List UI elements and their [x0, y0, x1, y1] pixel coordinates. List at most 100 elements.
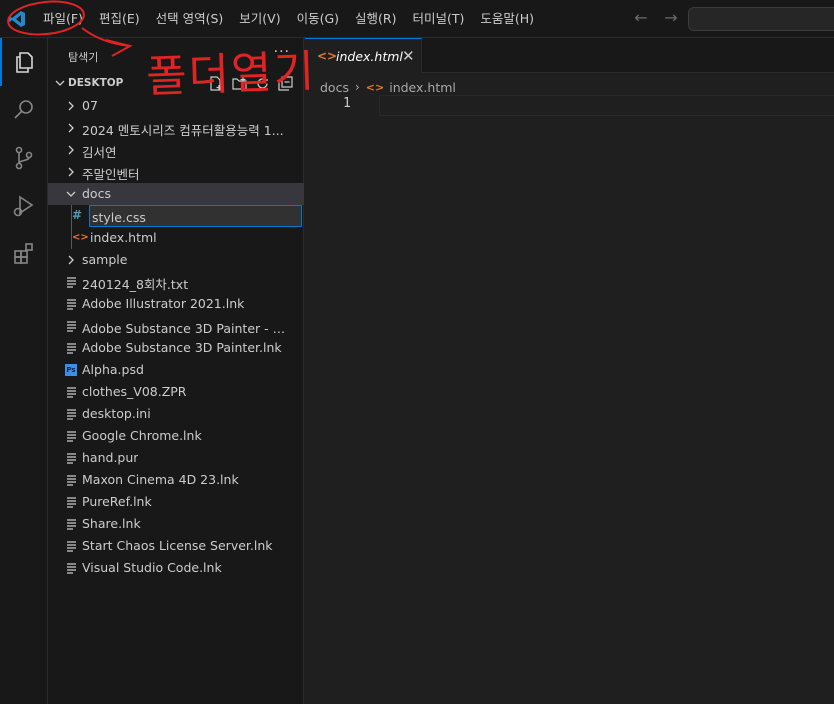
html-file-icon: <> — [365, 80, 385, 94]
back-arrow-icon[interactable]: ← — [632, 9, 650, 27]
tree-item-2024-멘토시리즈-컴퓨터활용능력-1[interactable]: 2024 멘토시리즈 컴퓨터활용능력 1... — [48, 117, 304, 139]
tab-index-html[interactable]: <> index.html ✕ — [305, 38, 422, 73]
current-line-highlight[interactable] — [379, 95, 834, 116]
tree-item-maxon-cinema-4d-23-lnk[interactable]: Maxon Cinema 4D 23.lnk — [48, 469, 304, 491]
css-file-icon: # — [72, 208, 83, 222]
tree-item-주말인벤터[interactable]: 주말인벤터 — [48, 161, 304, 183]
breadcrumb-folder[interactable]: docs — [320, 80, 349, 95]
tree-item-label: Share.lnk — [82, 516, 141, 531]
tree-item-label: hand.pur — [82, 450, 139, 465]
tree-item-label: Maxon Cinema 4D 23.lnk — [82, 472, 239, 487]
tree-item-label: Visual Studio Code.lnk — [82, 560, 222, 575]
tree-item-style-css[interactable]: # — [48, 205, 304, 227]
chevron-right-icon — [68, 101, 74, 111]
title-bar: 파일(F) 편집(E) 선택 영역(S) 보기(V) 이동(G) 실행(R) 터… — [0, 0, 834, 38]
tree-item-adobe-illustrator-2021-lnk[interactable]: Adobe Illustrator 2021.lnk — [48, 293, 304, 315]
tree-item-label: sample — [82, 252, 128, 267]
text-file-icon — [65, 495, 78, 509]
chevron-right-icon — [68, 255, 74, 265]
workspace-title: DESKTOP — [68, 77, 124, 89]
text-file-icon — [65, 473, 78, 487]
text-file-icon — [65, 385, 78, 399]
tree-item-index-html[interactable]: <> index.html — [48, 227, 304, 249]
text-file-icon — [65, 451, 78, 465]
menu-edit[interactable]: 편집(E) — [91, 0, 148, 38]
tree-item-label: clothes_V08.ZPR — [82, 384, 187, 399]
activity-bar — [0, 38, 48, 704]
close-icon[interactable]: ✕ — [402, 47, 415, 65]
search-icon[interactable] — [0, 86, 48, 134]
tree-item-label: PureRef.lnk — [82, 494, 152, 509]
menu-run[interactable]: 실행(R) — [347, 0, 404, 38]
tree-item-desktop-ini[interactable]: desktop.ini — [48, 403, 304, 425]
tree-item-label: 주말인벤터 — [82, 167, 140, 182]
text-file-icon — [65, 407, 78, 421]
tree-item-label: Adobe Substance 3D Painter.lnk — [82, 340, 282, 355]
extensions-icon[interactable] — [0, 230, 48, 278]
menu-help[interactable]: 도움말(H) — [472, 0, 542, 38]
tree-item-label: Start Chaos License Server.lnk — [82, 538, 273, 553]
tree-item-label: desktop.ini — [82, 406, 151, 421]
tree-item-label: Google Chrome.lnk — [82, 428, 202, 443]
tree-item-김서연[interactable]: 김서연 — [48, 139, 304, 161]
tree-item-label: docs — [82, 186, 111, 201]
tree-item-adobe-substance-3d-painter-복사[interactable]: Adobe Substance 3D Painter - 복사... — [48, 315, 304, 337]
source-control-icon[interactable] — [0, 134, 48, 182]
tree-item-label: Adobe Illustrator 2021.lnk — [82, 296, 245, 311]
tree-item-hand-pur[interactable]: hand.pur — [48, 447, 304, 469]
text-file-icon — [65, 561, 78, 575]
menu-terminal[interactable]: 터미널(T) — [405, 0, 473, 38]
breadcrumb-file[interactable]: index.html — [389, 80, 456, 95]
chevron-right-icon: › — [354, 80, 360, 94]
line-number: 1 — [343, 96, 351, 111]
chevron-down-icon — [66, 191, 76, 197]
tree-item-240124-8회차-txt[interactable]: 240124_8회차.txt — [48, 271, 304, 293]
tree-item-docs[interactable]: docs — [48, 183, 304, 205]
tree-item-adobe-substance-3d-painter-lnk[interactable]: Adobe Substance 3D Painter.lnk — [48, 337, 304, 359]
tree-item-sample[interactable]: sample — [48, 249, 304, 271]
vscode-logo-icon — [9, 11, 25, 27]
rename-input[interactable] — [89, 205, 302, 227]
text-file-icon — [65, 517, 78, 531]
text-file-icon — [65, 275, 78, 289]
tree-item-pureref-lnk[interactable]: PureRef.lnk — [48, 491, 304, 513]
text-file-icon — [65, 297, 78, 311]
tab-label: index.html — [336, 49, 403, 64]
menu-go[interactable]: 이동(G) — [289, 0, 347, 38]
indent-guide — [71, 205, 72, 249]
chevron-right-icon — [68, 145, 74, 155]
text-file-icon — [65, 319, 78, 333]
menu-bar: 파일(F) 편집(E) 선택 영역(S) 보기(V) 이동(G) 실행(R) 터… — [35, 0, 542, 38]
command-center-search[interactable] — [688, 7, 834, 31]
tab-bar: <> index.html ✕ — [305, 38, 834, 73]
editor-area: <> index.html ✕ docs › <> index.html 1 — [305, 38, 834, 704]
annotation-text: 폴더열기 — [145, 46, 317, 103]
chevron-right-icon — [68, 123, 74, 133]
file-tree: 07 2024 멘토시리즈 컴퓨터활용능력 1... 김서연주말인벤터 docs # <>… — [48, 95, 304, 579]
text-file-icon — [65, 429, 78, 443]
tree-item-label: 김서연 — [82, 145, 117, 160]
tree-item-label: 2024 멘토시리즈 컴퓨터활용능력 1... — [82, 123, 284, 138]
tree-item-clothes-v08-zpr[interactable]: clothes_V08.ZPR — [48, 381, 304, 403]
navigation-arrows: ← → — [632, 9, 680, 27]
tree-item-label: Alpha.psd — [82, 362, 144, 377]
photoshop-file-icon: Ps — [65, 364, 77, 376]
html-file-icon: <> — [317, 49, 338, 63]
forward-arrow-icon[interactable]: → — [662, 9, 680, 27]
tree-item-visual-studio-code-lnk[interactable]: Visual Studio Code.lnk — [48, 557, 304, 579]
tree-item-label: 240124_8회차.txt — [82, 277, 189, 292]
explorer-icon[interactable] — [0, 38, 48, 86]
tree-item-alpha-psd[interactable]: Ps Alpha.psd — [48, 359, 304, 381]
tree-item-google-chrome-lnk[interactable]: Google Chrome.lnk — [48, 425, 304, 447]
menu-selection[interactable]: 선택 영역(S) — [148, 0, 232, 38]
tree-item-label: 07 — [82, 98, 98, 113]
html-file-icon: <> — [72, 232, 89, 243]
menu-file[interactable]: 파일(F) — [35, 0, 91, 38]
tree-item-label: Adobe Substance 3D Painter - 복사... — [82, 321, 296, 336]
text-file-icon — [65, 341, 78, 355]
run-debug-icon[interactable] — [0, 182, 48, 230]
chevron-down-icon — [55, 80, 65, 86]
tree-item-start-chaos-license-server-lnk[interactable]: Start Chaos License Server.lnk — [48, 535, 304, 557]
tree-item-share-lnk[interactable]: Share.lnk — [48, 513, 304, 535]
menu-view[interactable]: 보기(V) — [231, 0, 288, 38]
